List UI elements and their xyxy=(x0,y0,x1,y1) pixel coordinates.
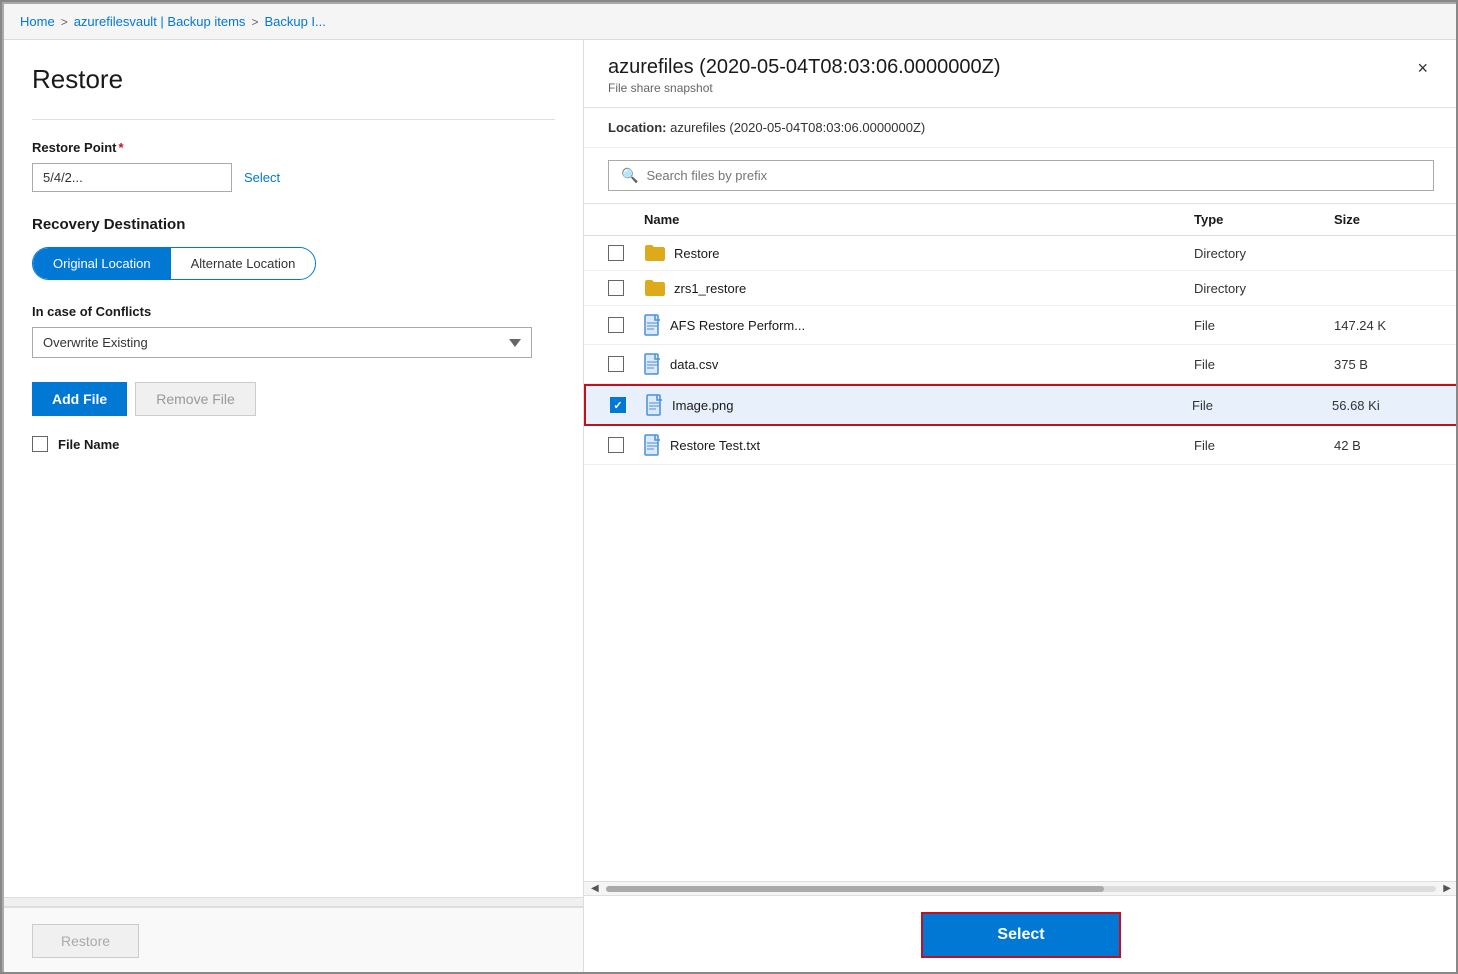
file-icon xyxy=(644,434,662,456)
alternate-location-btn[interactable]: Alternate Location xyxy=(171,248,316,279)
file-name-checkbox[interactable] xyxy=(32,436,48,452)
recovery-destination-title: Recovery Destination xyxy=(32,216,555,233)
file-name-cell-5: Restore Test.txt xyxy=(644,434,1194,456)
scroll-arrow-left[interactable]: ◀ xyxy=(588,883,602,894)
file-size-cell-5: 42 B xyxy=(1334,438,1434,453)
search-box: 🔍 xyxy=(608,160,1434,191)
file-type-cell-3: File xyxy=(1194,357,1334,372)
folder-icon xyxy=(644,244,666,262)
right-panel: azurefiles (2020-05-04T08:03:06.0000000Z… xyxy=(584,40,1458,974)
row-checkbox-0[interactable] xyxy=(608,245,624,261)
required-star: * xyxy=(119,140,124,155)
breadcrumb-home[interactable]: Home xyxy=(20,14,55,29)
file-name-cell-4: Image.png xyxy=(646,394,1192,416)
remove-file-button[interactable]: Remove File xyxy=(135,382,256,416)
col-header-name: Name xyxy=(644,212,1194,227)
file-name-cell-3: data.csv xyxy=(644,353,1194,375)
file-name-text-3: data.csv xyxy=(670,357,718,372)
file-name-cell-0: Restore xyxy=(644,244,1194,262)
scroll-track xyxy=(606,886,1437,892)
file-action-buttons: Add File Remove File xyxy=(32,382,555,416)
add-file-button[interactable]: Add File xyxy=(32,382,127,416)
file-icon xyxy=(646,394,664,416)
table-header: Name Type Size xyxy=(584,204,1458,236)
file-name-text-1: zrs1_restore xyxy=(674,281,746,296)
col-header-type: Type xyxy=(1194,212,1334,227)
file-size-cell-4: 56.68 Ki xyxy=(1332,398,1432,413)
conflicts-select[interactable]: Overwrite Existing xyxy=(32,327,532,358)
right-panel-header: azurefiles (2020-05-04T08:03:06.0000000Z… xyxy=(584,40,1458,108)
right-panel-title: azurefiles (2020-05-04T08:03:06.0000000Z… xyxy=(608,56,1000,79)
file-size-cell-3: 375 B xyxy=(1334,357,1434,372)
file-name-cell-1: zrs1_restore xyxy=(644,279,1194,297)
conflicts-label: In case of Conflicts xyxy=(32,304,555,319)
original-location-btn[interactable]: Original Location xyxy=(33,248,171,279)
file-name-text-5: Restore Test.txt xyxy=(670,438,760,453)
file-name-cell-2: AFS Restore Perform... xyxy=(644,314,1194,336)
table-row[interactable]: zrs1_restore Directory xyxy=(584,271,1458,306)
file-type-cell-0: Directory xyxy=(1194,246,1334,261)
file-name-text-2: AFS Restore Perform... xyxy=(670,318,805,333)
search-input[interactable] xyxy=(646,168,1421,183)
table-row[interactable]: AFS Restore Perform... File147.24 K xyxy=(584,306,1458,345)
location-value: azurefiles (2020-05-04T08:03:06.0000000Z… xyxy=(670,120,925,135)
file-name-row: File Name xyxy=(32,436,555,452)
file-name-text-0: Restore xyxy=(674,246,720,261)
file-icon xyxy=(644,314,662,336)
breadcrumb-backup: Backup I... xyxy=(264,14,325,29)
right-panel-footer: Select xyxy=(584,895,1458,974)
row-checkbox-3[interactable] xyxy=(608,356,624,372)
scroll-arrow-right[interactable]: ▶ xyxy=(1440,883,1454,894)
row-checkbox-1[interactable] xyxy=(608,280,624,296)
breadcrumb-vault[interactable]: azurefilesvault | Backup items xyxy=(74,14,246,29)
folder-icon xyxy=(644,279,666,297)
location-label: Location: xyxy=(608,120,667,135)
breadcrumb: Home > azurefilesvault | Backup items > … xyxy=(4,4,1458,40)
left-panel: Restore Restore Point* Select Recovery D… xyxy=(4,40,584,974)
horizontal-scrollbar[interactable]: ◀ ▶ xyxy=(584,881,1458,895)
file-type-cell-4: File xyxy=(1192,398,1332,413)
recovery-destination-toggle: Original Location Alternate Location xyxy=(32,247,316,280)
restore-button[interactable]: Restore xyxy=(32,924,139,958)
file-name-label: File Name xyxy=(58,437,119,452)
left-panel-scrollbar[interactable] xyxy=(4,897,583,907)
table-row[interactable]: Restore Directory xyxy=(584,236,1458,271)
select-button[interactable]: Select xyxy=(921,912,1121,958)
right-panel-subtitle: File share snapshot xyxy=(608,81,1000,95)
restore-point-input[interactable] xyxy=(32,163,232,192)
table-row[interactable]: data.csv File375 B xyxy=(584,345,1458,384)
table-row[interactable]: ✓ Image.png File56.68 Ki xyxy=(584,384,1458,426)
col-header-size: Size xyxy=(1334,212,1434,227)
file-type-cell-5: File xyxy=(1194,438,1334,453)
left-panel-footer: Restore xyxy=(4,907,583,974)
scroll-thumb xyxy=(606,886,1104,892)
restore-point-label: Restore Point* xyxy=(32,140,555,155)
select-restore-point-link[interactable]: Select xyxy=(244,170,280,185)
search-icon: 🔍 xyxy=(621,167,638,184)
breadcrumb-sep2: > xyxy=(251,15,258,29)
file-table: Restore Directory zrs1_restore Directory AF… xyxy=(584,236,1458,881)
file-name-text-4: Image.png xyxy=(672,398,733,413)
file-type-cell-1: Directory xyxy=(1194,281,1334,296)
file-size-cell-2: 147.24 K xyxy=(1334,318,1434,333)
restore-title: Restore xyxy=(32,64,555,95)
file-icon xyxy=(644,353,662,375)
close-button[interactable]: × xyxy=(1411,56,1434,81)
file-type-cell-2: File xyxy=(1194,318,1334,333)
row-checkbox-4[interactable]: ✓ xyxy=(610,397,626,413)
row-checkbox-2[interactable] xyxy=(608,317,624,333)
breadcrumb-sep1: > xyxy=(61,15,68,29)
table-row[interactable]: Restore Test.txt File42 B xyxy=(584,426,1458,465)
search-box-wrapper: 🔍 xyxy=(584,148,1458,204)
row-checkbox-5[interactable] xyxy=(608,437,624,453)
location-row: Location: azurefiles (2020-05-04T08:03:0… xyxy=(584,108,1458,148)
